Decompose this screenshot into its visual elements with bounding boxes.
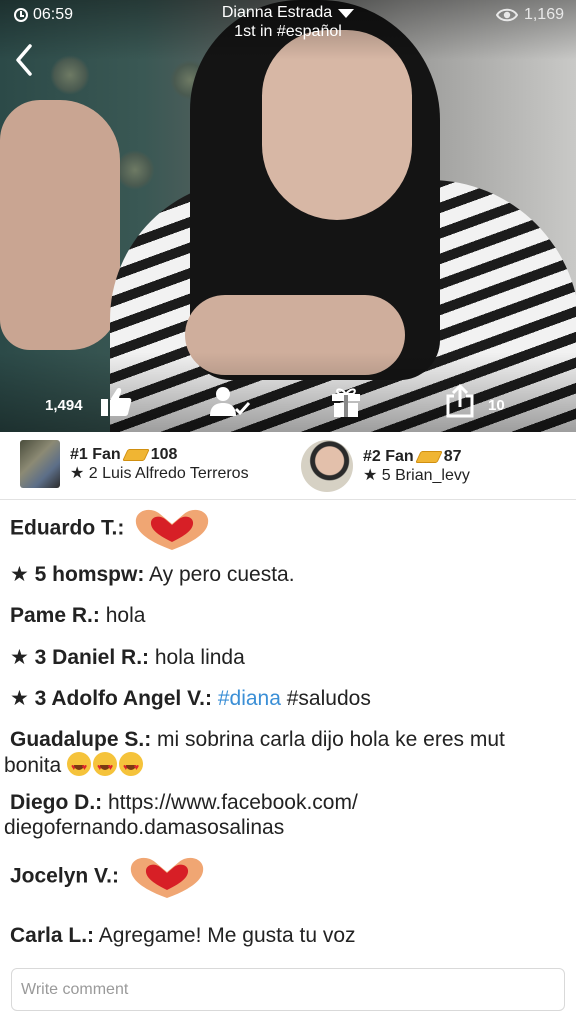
chat-author[interactable]: Carla L.: [10, 924, 94, 947]
chat-author[interactable]: Eduardo T.: [10, 517, 124, 540]
host-name: Dianna Estrada [221, 4, 333, 21]
heart-hands-icon [130, 857, 203, 898]
fan-entry-1[interactable]: #1 Fan 108 ★ 2 Luis Alfredo Terreros [20, 440, 249, 488]
background-pattern [50, 55, 90, 95]
chat-author[interactable]: ★ 3 Adolfo Angel V.: [10, 687, 212, 710]
chat-message: Jocelyn V.: [10, 852, 566, 902]
eye-icon [495, 8, 518, 22]
fan-rank: #2 Fan [363, 448, 414, 465]
fan-points: 87 [443, 448, 462, 465]
share-icon[interactable] [445, 383, 475, 419]
chat-message: Diego D.: https://www.facebook.com/ dieg… [4, 790, 566, 840]
chat-text: #saludos [280, 687, 371, 710]
chat-author[interactable]: ★ 5 homspw: [10, 563, 144, 586]
chat-message: ★ 3 Daniel R.: hola linda [10, 645, 566, 670]
video-figure-arm [0, 100, 120, 350]
chat-message: ★ 3 Adolfo Angel V.: #diana #saludos [10, 686, 566, 711]
avatar[interactable] [20, 440, 60, 488]
chevron-down-icon[interactable] [338, 9, 355, 18]
chat-author[interactable]: Diego D.: [10, 791, 102, 814]
chat-author[interactable]: Guadalupe S.: [10, 728, 151, 751]
chat-message: Pame R.: hola [10, 603, 566, 628]
chat-message: Guadalupe S.: mi sobrina carla dijo hola… [4, 727, 566, 780]
heart-eyes-emoji-icon [119, 752, 144, 780]
top-fans-bar: #1 Fan 108 ★ 2 Luis Alfredo Terreros #2 … [0, 432, 576, 500]
heart-eyes-emoji-icon [93, 752, 118, 780]
thumbs-up-icon[interactable] [99, 385, 133, 419]
broadcast-header[interactable]: Dianna Estrada 1st in #español [150, 4, 426, 41]
live-video[interactable]: 06:59 Dianna Estrada 1st in #español 1,1… [0, 0, 576, 432]
fan-name: ★ 2 Luis Alfredo Terreros [70, 465, 249, 482]
gold-bar-icon [414, 450, 443, 463]
background-pattern [115, 150, 155, 190]
viewer-count: 1,169 [495, 6, 564, 24]
chat-text: hola linda [149, 646, 245, 669]
chat-message: ★ 5 homspw: Ay pero cuesta. [10, 562, 566, 587]
host-rank: 1st in #español [234, 23, 342, 40]
chat-text: Ay pero cuesta. [144, 563, 295, 586]
chat-text: hola [99, 604, 146, 627]
comment-input[interactable] [11, 968, 565, 1011]
elapsed-time: 06:59 [14, 6, 73, 24]
fan-name: ★ 5 Brian_levy [363, 467, 470, 484]
share-count: 10 [488, 397, 505, 414]
viewer-count-label: 1,169 [523, 6, 564, 23]
gold-bar-icon [121, 448, 150, 461]
back-arrow-icon[interactable] [10, 40, 38, 80]
chat-author[interactable]: ★ 3 Daniel R.: [10, 646, 149, 669]
gift-icon[interactable] [330, 384, 362, 418]
heart-hands-icon [136, 509, 209, 550]
follow-user-icon[interactable] [208, 385, 252, 419]
video-controls: 1,494 10 [0, 380, 576, 430]
time-label: 06:59 [33, 6, 74, 23]
chat-message: Carla L.: Agregame! Me gusta tu voz [10, 923, 566, 948]
chat-list[interactable]: Eduardo T.: ★ 5 homspw: Ay pero cuesta. … [0, 500, 576, 960]
hashtag-link[interactable]: #diana [212, 687, 281, 710]
avatar[interactable] [301, 440, 353, 492]
chat-author[interactable]: Pame R.: [10, 604, 100, 627]
chat-message: Eduardo T.: [10, 506, 566, 552]
heart-eyes-emoji-icon [67, 752, 92, 780]
chat-text: Agregame! Me gusta tu voz [94, 924, 356, 947]
fan-entry-2[interactable]: #2 Fan 87 ★ 5 Brian_levy [301, 440, 470, 492]
clock-icon [14, 8, 28, 22]
like-count: 1,494 [45, 397, 83, 414]
fan-rank: #1 Fan [70, 446, 121, 463]
chat-author[interactable]: Jocelyn V.: [10, 865, 119, 888]
fan-points: 108 [150, 446, 178, 463]
